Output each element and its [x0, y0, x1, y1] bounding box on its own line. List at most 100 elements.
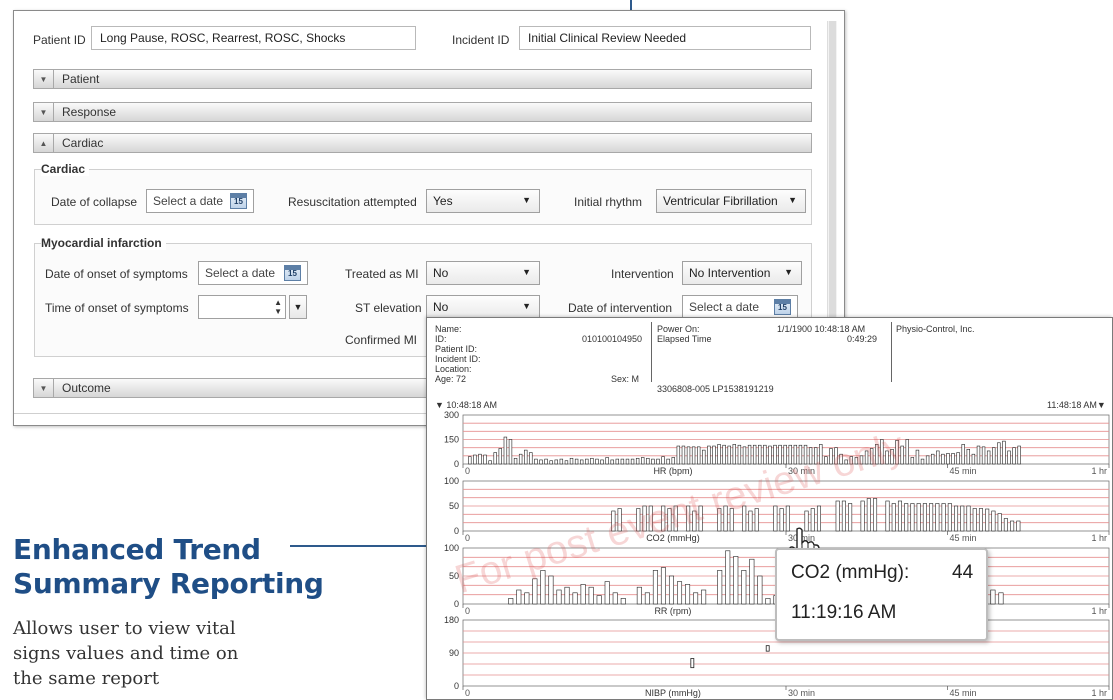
- patient-id-input[interactable]: Long Pause, ROSC, Rearrest, ROSC, Shocks: [91, 26, 416, 50]
- collapse-arrow-icon: ▼: [34, 70, 54, 88]
- incident-id-input[interactable]: Initial Clinical Review Needed: [519, 26, 811, 50]
- trend-bar: [844, 459, 848, 465]
- calendar-icon[interactable]: 15: [774, 299, 791, 315]
- trend-bar: [885, 500, 890, 532]
- trend-bar: [824, 456, 828, 465]
- x-tick-label: 0: [465, 533, 470, 543]
- trend-bar: [508, 598, 514, 605]
- trend-bar: [620, 458, 625, 465]
- trend-bar: [483, 454, 487, 465]
- trend-bar: [513, 457, 518, 465]
- trend-bar: [733, 556, 739, 605]
- intervention-select[interactable]: No Intervention ▼: [682, 261, 802, 285]
- time-dropdown-button[interactable]: ▼: [289, 295, 307, 319]
- st-elevation-select[interactable]: No ▼: [426, 295, 540, 319]
- intervention-label: Intervention: [611, 267, 674, 281]
- trend-bar: [757, 575, 763, 605]
- y-tick-label: 150: [444, 435, 459, 445]
- trend-bar: [508, 439, 513, 465]
- trend-bar: [1007, 450, 1011, 465]
- trend-bar: [1012, 447, 1016, 465]
- trend-bar: [569, 457, 574, 465]
- trend-bar: [864, 450, 869, 465]
- trend-bar: [922, 503, 927, 532]
- trend-summary-report: Name: ID: 010100104950 Patient ID: Incid…: [426, 317, 1113, 700]
- trend-bar: [652, 570, 658, 605]
- trend-bar: [1003, 518, 1008, 532]
- trend-bar: [701, 589, 707, 605]
- trend-bar: [779, 508, 784, 532]
- trend-bar: [549, 460, 553, 465]
- dropdown-arrow-icon: ▼: [522, 267, 531, 277]
- trend-bar: [635, 457, 640, 465]
- trend-bar: [936, 450, 940, 465]
- date-placeholder: Select a date: [153, 194, 224, 208]
- trend-bar: [897, 500, 902, 532]
- trend-charts[interactable]: 0 150 300 0 30 min 45 min 1 hr HR (bpm) 0 50 100 0 3…: [427, 318, 1113, 700]
- trend-bar: [737, 444, 742, 465]
- trend-bar: [661, 456, 665, 465]
- date-intervention-picker[interactable]: Select a date 15: [682, 295, 798, 319]
- date-onset-picker[interactable]: Select a date 15: [198, 261, 308, 285]
- trend-bar: [866, 498, 871, 532]
- trend-bar: [559, 458, 564, 465]
- section-response-label: Response: [62, 105, 117, 119]
- trend-bar: [702, 449, 706, 465]
- trend-bar: [646, 457, 650, 465]
- trend-bar: [600, 459, 604, 465]
- trend-bar: [997, 513, 1002, 532]
- trend-bar: [1002, 440, 1006, 465]
- trend-bar: [529, 452, 533, 465]
- time-onset-label: Time of onset of symptoms: [45, 301, 189, 315]
- section-patient-label: Patient: [62, 72, 100, 86]
- time-onset-stepper[interactable]: ▲ ▼: [198, 295, 286, 319]
- x-tick-label: 30 min: [788, 466, 815, 476]
- trend-bar: [773, 444, 777, 465]
- initial-rhythm-select[interactable]: Ventricular Fibrillation ▼: [656, 189, 806, 213]
- axis-label: RR (rpm): [654, 606, 691, 616]
- trend-bar: [698, 505, 703, 532]
- trend-bar: [572, 592, 578, 605]
- trend-bar: [960, 505, 965, 532]
- trend-bar: [986, 450, 991, 465]
- trend-bar: [605, 457, 609, 465]
- trend-bar: [749, 558, 755, 605]
- trend-bar: [636, 508, 641, 532]
- dropdown-arrow-icon: ▼: [522, 301, 531, 311]
- y-tick-label: 300: [444, 410, 459, 420]
- x-tick-label: 0: [465, 688, 470, 698]
- trend-bar: [848, 503, 853, 532]
- spinner-arrows-icon[interactable]: ▲ ▼: [274, 298, 282, 316]
- date-placeholder: Select a date: [689, 300, 760, 314]
- section-response[interactable]: ▼ Response: [33, 102, 812, 122]
- resuscitation-select[interactable]: Yes ▼: [426, 189, 540, 213]
- trend-bar: [540, 570, 546, 605]
- x-tick-label: 30 min: [788, 688, 815, 698]
- treated-select[interactable]: No ▼: [426, 261, 540, 285]
- calendar-icon[interactable]: 15: [284, 265, 301, 281]
- trend-bar: [620, 598, 626, 605]
- trend-bar: [685, 584, 691, 605]
- trend-bar: [985, 508, 990, 532]
- trend-bar: [742, 446, 747, 465]
- caption-text-line3: the same report: [13, 668, 160, 689]
- calendar-icon[interactable]: 15: [230, 193, 247, 209]
- trend-bar: [941, 503, 946, 532]
- trend-bar: [885, 450, 889, 465]
- date-intervention-label: Date of intervention: [568, 301, 673, 315]
- y-tick-label: 0: [454, 459, 459, 469]
- trend-bar: [564, 460, 569, 465]
- section-outcome[interactable]: ▼ Outcome: [33, 378, 433, 398]
- trend-bar: [925, 455, 930, 465]
- date-of-collapse-picker[interactable]: Select a date 15: [146, 189, 254, 213]
- confirmed-mi-label: Confirmed MI: [345, 333, 418, 347]
- section-patient[interactable]: ▼ Patient: [33, 69, 812, 89]
- trend-bar: [625, 458, 630, 465]
- trend-bar: [696, 446, 701, 465]
- section-cardiac[interactable]: ▲ Cardiac: [33, 133, 812, 153]
- trend-bar: [580, 584, 586, 605]
- trend-bar: [915, 449, 920, 465]
- trend-bar: [972, 508, 977, 532]
- y-tick-label: 0: [454, 599, 459, 609]
- select-value: No: [433, 300, 449, 314]
